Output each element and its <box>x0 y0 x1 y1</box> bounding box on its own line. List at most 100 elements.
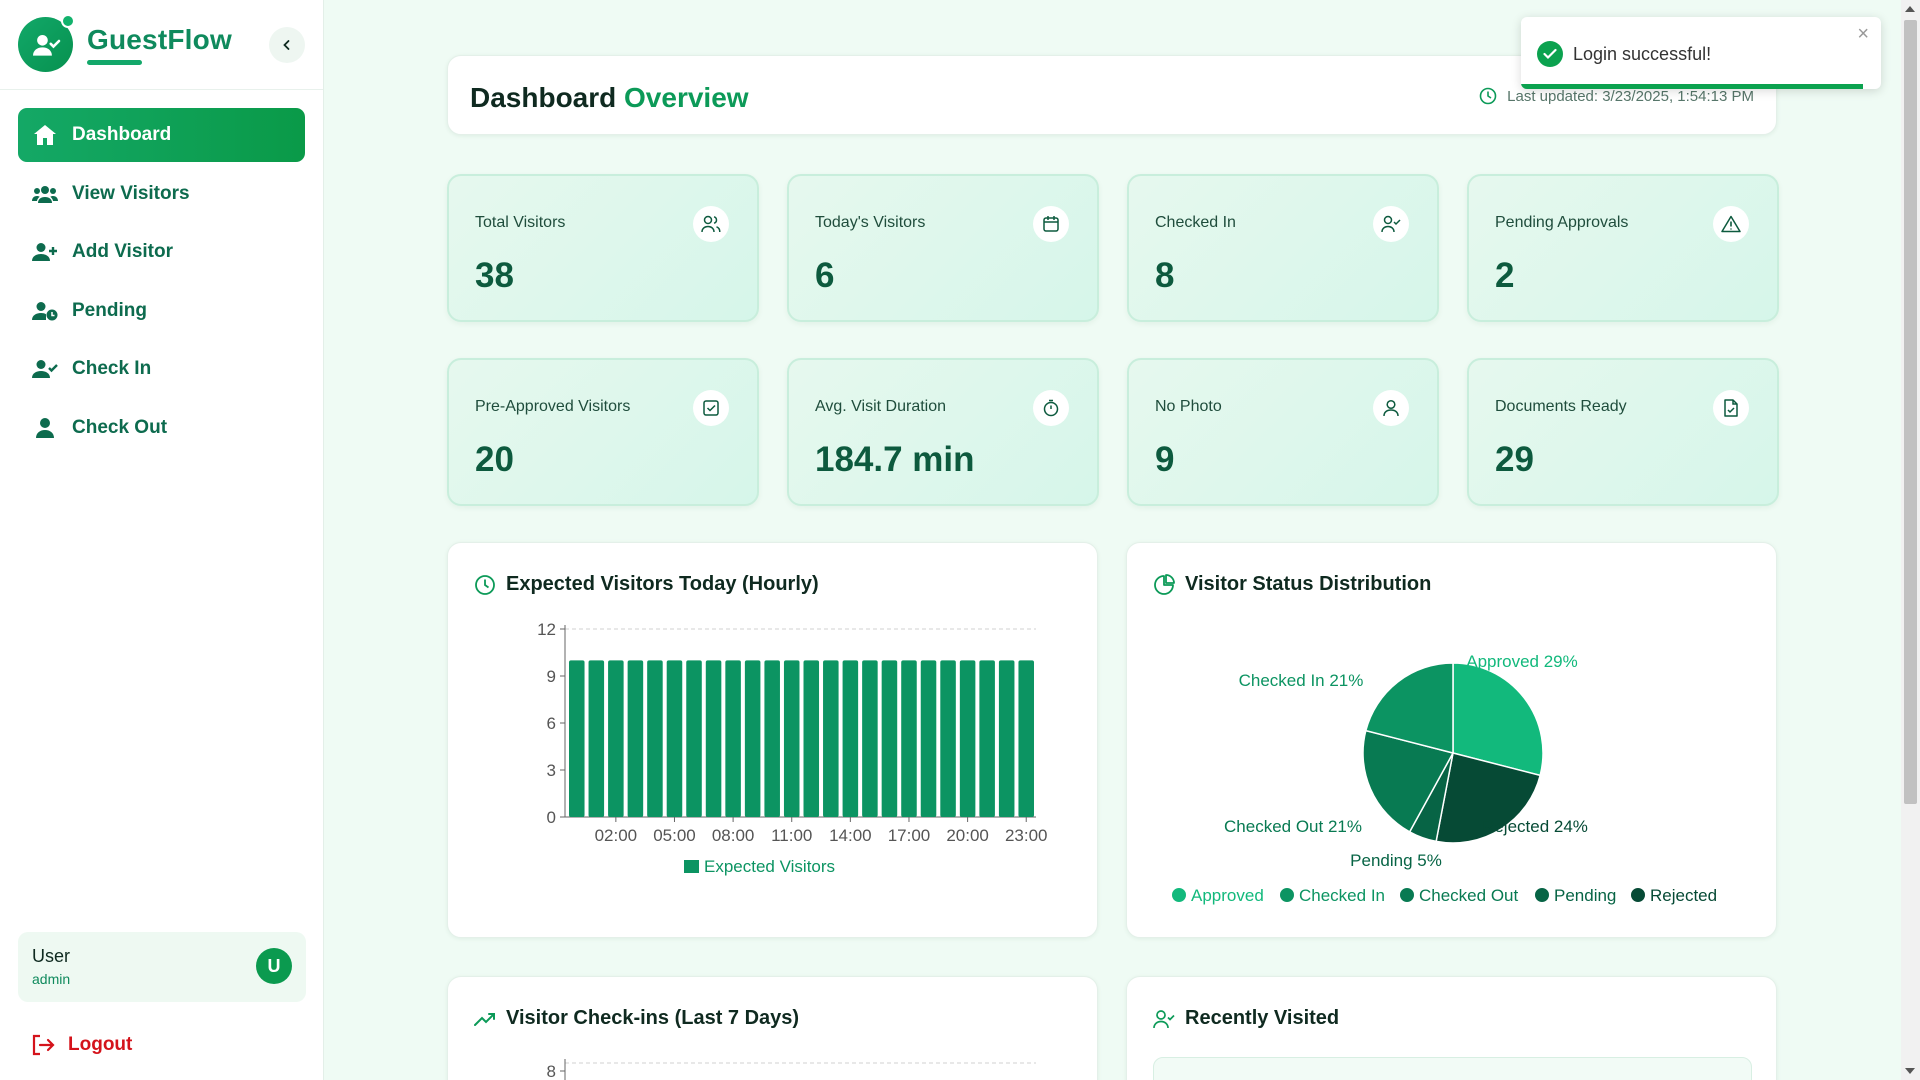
bar[interactable] <box>1018 660 1034 817</box>
panel-title-text: Recently Visited <box>1185 1007 1340 1029</box>
avatar: U <box>256 948 292 984</box>
sidebar-item-label: Check Out <box>72 416 168 438</box>
legend-label: Pending <box>1554 886 1616 905</box>
stat-card-pending-approvals[interactable]: Pending Approvals 2 <box>1467 174 1779 322</box>
x-tick-label: 17:00 <box>888 826 931 845</box>
bar[interactable] <box>803 660 820 817</box>
users-icon <box>32 185 58 203</box>
sidebar-item-view-visitors[interactable]: View Visitors <box>18 167 305 221</box>
legend-label: Checked Out <box>1419 886 1518 905</box>
bar[interactable] <box>725 660 741 817</box>
recent-visit-item[interactable] <box>1153 1057 1752 1080</box>
user-name: User <box>32 946 71 966</box>
home-icon <box>34 125 56 145</box>
bar[interactable] <box>998 660 1015 817</box>
bar[interactable] <box>783 660 800 817</box>
slice-label: Rejected 24% <box>1482 817 1588 836</box>
slice-label: Pending 5% <box>1350 851 1442 870</box>
last-updated: Last updated: 3/23/2025, 1:54:13 PM <box>1479 87 1754 105</box>
bar[interactable] <box>940 660 956 817</box>
bar[interactable] <box>823 660 839 817</box>
calendar-icon <box>1043 216 1059 232</box>
legend-swatch <box>1535 888 1549 902</box>
brand: GuestFlow <box>0 0 323 90</box>
y-tick-label: 0 <box>547 808 556 827</box>
bar[interactable] <box>647 660 663 817</box>
panel-title: Recently Visited <box>1153 1007 1339 1030</box>
stat-card-todays-visitors[interactable]: Today's Visitors 6 <box>787 174 1099 322</box>
bar[interactable] <box>569 660 585 817</box>
stat-card-avg-visit-duration[interactable]: Avg. Visit Duration 184.7 min <box>787 358 1099 506</box>
stat-card-checked-in[interactable]: Checked In 8 <box>1127 174 1439 322</box>
user-check-icon <box>32 34 60 56</box>
bar[interactable] <box>959 660 976 817</box>
sidebar-item-label: Check In <box>72 358 152 379</box>
alert-triangle-icon <box>1721 215 1741 233</box>
bar[interactable] <box>842 660 859 817</box>
legend-swatch <box>1631 888 1645 902</box>
user-check-icon <box>1153 1009 1175 1028</box>
sidebar-item-dashboard[interactable]: Dashboard <box>18 108 305 162</box>
legend-swatch <box>1280 888 1294 902</box>
x-tick-label: 20:00 <box>946 826 989 845</box>
stat-card-pre-approved[interactable]: Pre-Approved Visitors 20 <box>447 358 759 506</box>
sidebar: GuestFlow Dashboard View Visitors Add Vi… <box>0 0 324 1080</box>
bar[interactable] <box>901 660 917 817</box>
sidebar-item-check-in[interactable]: Check In <box>18 342 305 396</box>
stat-card-documents-ready[interactable]: Documents Ready 29 <box>1467 358 1779 506</box>
user-card[interactable]: User admin U <box>18 932 306 1002</box>
x-tick-label: 05:00 <box>653 826 696 845</box>
stat-label: No Photo <box>1155 398 1222 415</box>
scroll-down-arrow[interactable] <box>1905 1068 1915 1074</box>
bar[interactable] <box>744 660 761 817</box>
x-tick-label: 02:00 <box>595 826 638 845</box>
users-icon <box>701 215 721 233</box>
bar[interactable] <box>627 660 644 817</box>
bar[interactable] <box>764 660 780 817</box>
y-tick-label: 3 <box>547 761 556 780</box>
sidebar-item-add-visitor[interactable]: Add Visitor <box>18 225 305 279</box>
status-distribution-panel: Visitor Status Distribution Approved 29%… <box>1126 542 1777 938</box>
slice-label: Checked Out 21% <box>1224 817 1362 836</box>
legend-label: Expected Visitors <box>704 857 835 876</box>
stat-label: Pending Approvals <box>1495 214 1629 231</box>
scroll-up-arrow[interactable] <box>1905 6 1915 12</box>
bar[interactable] <box>881 660 898 817</box>
bar[interactable] <box>666 660 683 817</box>
clock-icon <box>1479 87 1497 105</box>
check-circle-icon <box>1537 41 1563 67</box>
hourly-bar-chart: 0 3 6 9 12 02:00 05:00 08:00 11:00 14:00 17:00 20:0… <box>537 620 1047 876</box>
sidebar-item-check-out[interactable]: Check Out <box>18 401 305 455</box>
stat-card-no-photo[interactable]: No Photo 9 <box>1127 358 1439 506</box>
sidebar-item-label: Pending <box>72 299 147 321</box>
bar[interactable] <box>588 660 605 817</box>
close-icon[interactable]: × <box>1857 23 1869 46</box>
bar[interactable] <box>686 660 702 817</box>
bar[interactable] <box>862 660 878 817</box>
stat-label: Avg. Visit Duration <box>815 398 947 415</box>
chart-legend: Expected Visitors <box>684 857 835 876</box>
page-scrollbar[interactable] <box>1901 0 1920 1080</box>
check-square-icon <box>703 400 719 416</box>
status-pie-chart: Approved 29% Rejected 24% Pending 5% Checke… <box>1172 652 1717 905</box>
last-updated-text: Last updated: 3/23/2025, 1:54:13 PM <box>1507 87 1754 105</box>
logout-button[interactable]: Logout <box>30 1034 132 1056</box>
bar[interactable] <box>705 660 722 817</box>
sidebar-item-pending[interactable]: Pending <box>18 284 305 338</box>
page-title-main: Dashboard <box>470 82 617 113</box>
checkins-panel: Visitor Check-ins (Last 7 Days) 8 <box>447 976 1098 1080</box>
x-tick-label: 14:00 <box>829 826 872 845</box>
y-tick-label: 8 <box>547 1062 556 1080</box>
collapse-sidebar-button[interactable] <box>269 27 305 63</box>
stat-value: 184.7 min <box>815 440 975 479</box>
x-tick-label: 11:00 <box>771 826 812 845</box>
bar[interactable] <box>920 660 937 817</box>
x-tick-label: 08:00 <box>712 826 755 845</box>
legend-label: Approved <box>1191 886 1264 905</box>
bar[interactable] <box>979 660 995 817</box>
sidebar-item-label: Dashboard <box>72 124 172 145</box>
stat-label: Pre-Approved Visitors <box>475 398 631 415</box>
stat-card-total-visitors[interactable]: Total Visitors 38 <box>447 174 759 322</box>
bar[interactable] <box>608 660 624 817</box>
scroll-thumb[interactable] <box>1904 20 1917 804</box>
